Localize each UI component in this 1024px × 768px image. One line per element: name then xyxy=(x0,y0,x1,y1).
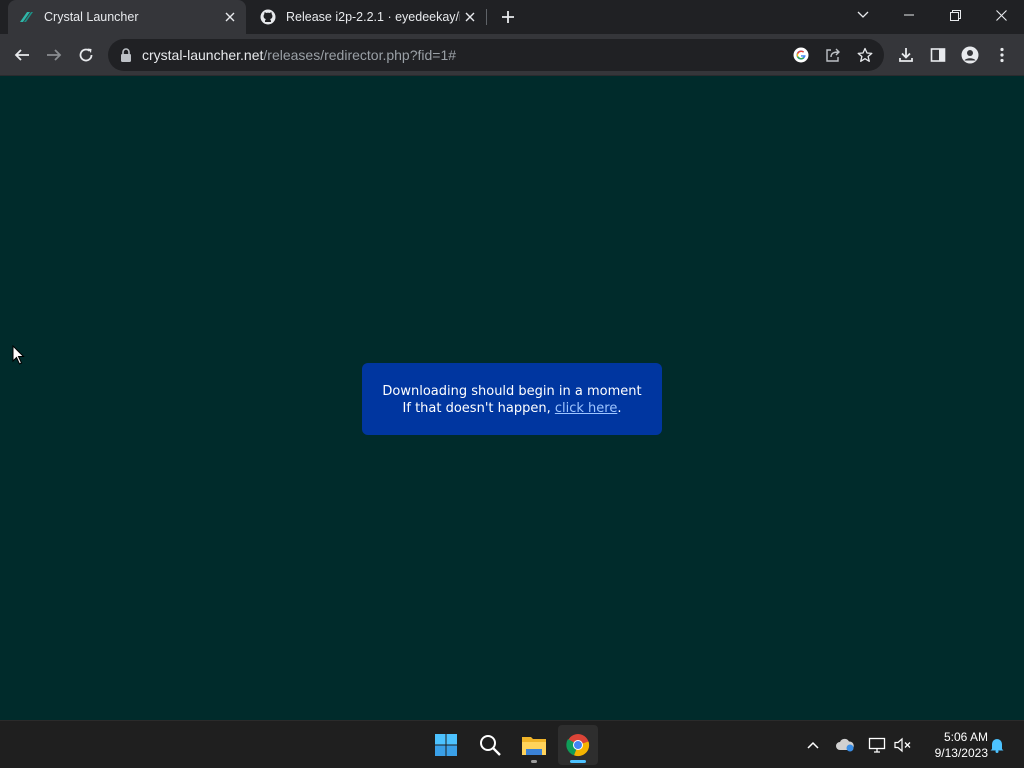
share-icon[interactable] xyxy=(822,44,844,66)
clock-time: 5:06 AM xyxy=(943,730,988,744)
page-content: Downloading should begin in a moment If … xyxy=(0,77,1024,720)
bell-icon xyxy=(990,739,1004,753)
tab-search-button[interactable] xyxy=(840,0,886,30)
address-bar[interactable]: crystal-launcher.net/releases/redirector… xyxy=(108,39,884,71)
network-tray-button[interactable] xyxy=(865,733,889,757)
onedrive-tray-button[interactable] xyxy=(833,733,857,757)
side-panel-button[interactable] xyxy=(924,41,952,69)
new-tab-button[interactable] xyxy=(496,5,520,29)
network-icon xyxy=(868,737,886,753)
lock-icon[interactable] xyxy=(120,48,132,62)
notifications-button[interactable] xyxy=(985,733,1009,757)
profile-icon xyxy=(961,46,979,64)
close-icon xyxy=(995,9,1007,21)
notice-line-2: If that doesn't happen, click here. xyxy=(362,400,662,417)
crystal-launcher-icon xyxy=(18,9,34,25)
tab-title: Release i2p-2.2.1 · eyedeekay/i2p xyxy=(286,10,460,24)
close-tab-icon[interactable] xyxy=(460,7,480,27)
download-icon xyxy=(899,48,913,62)
tab-separator xyxy=(486,9,487,25)
volume-tray-button[interactable] xyxy=(891,733,915,757)
search-icon xyxy=(480,735,501,756)
restore-icon xyxy=(949,9,961,21)
running-indicator xyxy=(531,760,537,763)
url-host: crystal-launcher.net xyxy=(142,47,264,63)
search-button[interactable] xyxy=(470,725,510,765)
browser-toolbar: crystal-launcher.net/releases/redirector… xyxy=(0,34,1024,76)
download-notice: Downloading should begin in a moment If … xyxy=(362,363,662,435)
minimize-icon xyxy=(904,14,914,16)
folder-icon xyxy=(522,737,546,755)
active-indicator xyxy=(570,760,586,763)
windows-logo-icon xyxy=(435,734,457,756)
close-tab-icon[interactable] xyxy=(220,7,240,27)
back-button[interactable] xyxy=(8,41,36,69)
github-icon xyxy=(260,9,276,25)
show-hidden-icons-button[interactable] xyxy=(801,733,825,757)
reload-icon xyxy=(79,48,93,62)
chevron-down-icon xyxy=(857,11,869,18)
minimize-button[interactable] xyxy=(886,0,932,30)
restore-button[interactable] xyxy=(932,0,978,30)
google-icon[interactable] xyxy=(790,44,812,66)
tab-crystal-launcher[interactable]: Crystal Launcher xyxy=(8,0,246,34)
chrome-icon xyxy=(566,734,590,757)
tab-github-release[interactable]: Release i2p-2.2.1 · eyedeekay/i2p xyxy=(250,0,486,34)
forward-button[interactable] xyxy=(40,41,68,69)
notice-line-1: Downloading should begin in a moment xyxy=(382,384,642,399)
system-clock[interactable]: 5:06 AM 9/13/2023 xyxy=(918,729,988,761)
menu-button[interactable] xyxy=(988,41,1016,69)
downloads-button[interactable] xyxy=(892,41,920,69)
reload-button[interactable] xyxy=(72,41,100,69)
file-explorer-button[interactable] xyxy=(514,725,554,765)
chevron-up-icon xyxy=(807,741,819,749)
cloud-icon xyxy=(836,738,854,752)
start-button[interactable] xyxy=(426,725,466,765)
chrome-button[interactable] xyxy=(558,725,598,765)
tab-title: Crystal Launcher xyxy=(44,10,139,24)
arrow-left-icon xyxy=(14,49,29,61)
tab-strip: Crystal Launcher Release i2p-2.2.1 · eye… xyxy=(0,0,1024,34)
arrow-right-icon xyxy=(47,49,62,61)
clock-date: 9/13/2023 xyxy=(934,746,988,760)
volume-muted-icon xyxy=(894,737,911,753)
url-text[interactable]: crystal-launcher.net/releases/redirector… xyxy=(142,47,456,63)
bookmark-star-icon[interactable] xyxy=(854,44,876,66)
more-vertical-icon xyxy=(1000,47,1004,63)
profile-button[interactable] xyxy=(956,41,984,69)
click-here-link[interactable]: click here xyxy=(555,401,617,416)
windows-taskbar: 5:06 AM 9/13/2023 xyxy=(0,720,1024,768)
notice-line-2-prefix: If that doesn't happen, xyxy=(402,401,555,416)
url-path: /releases/redirector.php?fid=1# xyxy=(263,47,457,63)
notice-line-2-suffix: . xyxy=(617,401,622,416)
side-panel-icon xyxy=(930,48,946,62)
plus-icon xyxy=(502,11,514,23)
close-window-button[interactable] xyxy=(978,0,1024,30)
mouse-cursor-icon xyxy=(12,345,25,365)
